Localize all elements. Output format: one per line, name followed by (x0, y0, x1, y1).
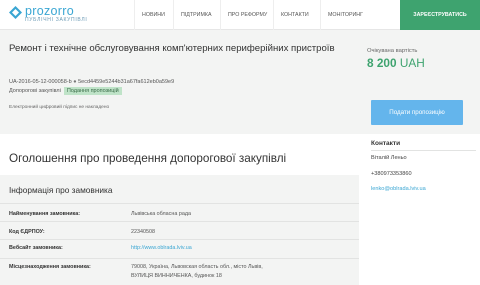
contacts-title: Контакти (371, 140, 401, 147)
main-nav: НОВИНИ ПІДТРИМКА ПРО РЕФОРМУ КОНТАКТИ МО… (134, 0, 371, 30)
signature-note: Електронний цифровий підпис не накладено (9, 105, 110, 110)
contact-phone: +380973353860 (371, 171, 412, 177)
procurement-type-row: Допорогові закупівлі Подання пропозицій (9, 87, 122, 95)
logo-icon (9, 6, 22, 19)
tender-id: UA-2016-05-12-000058-b (9, 79, 72, 85)
expected-value: 8 200 UAH (367, 56, 425, 70)
procurement-type: Допорогові закупівлі (9, 88, 61, 94)
customer-name-label: Найменування замовника: (9, 211, 81, 217)
expected-value-amount: 8 200 (367, 56, 397, 70)
location-label: Місцезнаходження замовника: (9, 264, 91, 270)
divider (371, 150, 476, 151)
website-label: Вебсайт замовника: (9, 245, 63, 251)
prozorro-logo[interactable]: prozorro ПУБЛІЧНІ ЗАКУПІВЛІ (9, 4, 109, 26)
section-title: Інформація про замовника (9, 185, 113, 195)
customer-info-section: Інформація про замовника Найменування за… (0, 175, 359, 285)
nav-monitoring[interactable]: МОНІТОРИНГ (320, 0, 371, 30)
tender-title: Ремонт і технічне обслуговування комп'ют… (9, 43, 335, 54)
page-title: Оголошення про проведення допорогової за… (9, 152, 287, 165)
divider (0, 203, 359, 204)
tender-hash: 5ecd4459e5244b31a67fa612eb0a59e9 (78, 79, 175, 85)
expected-value-label: Очікувана вартість (367, 48, 418, 54)
contacts-panel: Контакти Віталій Леньо +380973353860 len… (361, 134, 480, 224)
location-value-line2: ВУЛИЦЯ ВИННИЧЕНКА, будинок 18 (131, 273, 222, 279)
location-value-line1: 79008, Україна, Львовская область обл., … (131, 264, 263, 270)
divider (0, 239, 359, 240)
edrpou-value: 22340508 (131, 229, 155, 235)
nav-contacts[interactable]: КОНТАКТИ (273, 0, 320, 30)
divider (0, 221, 359, 222)
nav-about-reform[interactable]: ПРО РЕФОРМУ (220, 0, 273, 30)
logo-subtitle: ПУБЛІЧНІ ЗАКУПІВЛІ (25, 17, 88, 23)
tender-summary: Ремонт і технічне обслуговування комп'ют… (0, 30, 480, 134)
logo-text: prozorro (25, 4, 74, 18)
contact-name: Віталій Леньо (371, 155, 407, 161)
status-badge: Подання пропозицій (63, 87, 122, 95)
contact-email[interactable]: lenko@oblrada.lviv.ua (371, 186, 426, 192)
register-button[interactable]: ЗАРЕЄСТРУВАТИСЬ (400, 0, 480, 30)
website-link[interactable]: http://www.oblrada.lviv.ua (131, 245, 192, 251)
bullet-separator: ● (73, 79, 77, 85)
edrpou-label: Код ЄДРПОУ: (9, 229, 45, 235)
nav-news[interactable]: НОВИНИ (134, 0, 173, 30)
submit-bid-button[interactable]: Подати пропозицію (371, 100, 463, 125)
divider (0, 258, 359, 259)
nav-support[interactable]: ПІДТРИМКА (173, 0, 220, 30)
customer-name-value: Львівська обласна рада (131, 211, 191, 217)
tender-id-line: UA-2016-05-12-000058-b ● 5ecd4459e5244b3… (9, 79, 174, 85)
top-header: prozorro ПУБЛІЧНІ ЗАКУПІВЛІ НОВИНИ ПІДТР… (0, 0, 480, 30)
expected-value-currency: UAH (399, 56, 425, 70)
